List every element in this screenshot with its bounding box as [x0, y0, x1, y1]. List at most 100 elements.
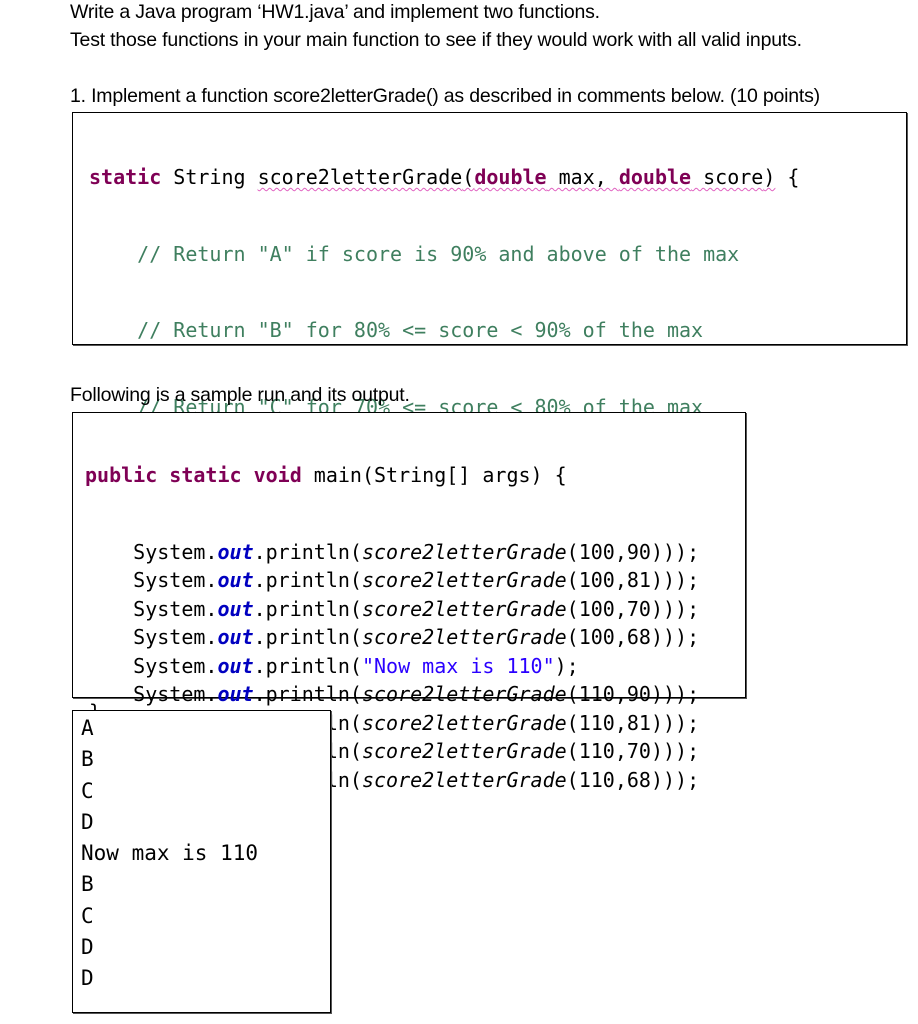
console-output-box: A B C D Now max is 110 B C D D — [72, 710, 331, 1013]
function-call-args: (100,81) — [566, 568, 663, 592]
function-call-args: (110,68) — [566, 767, 663, 792]
open-brace: { — [775, 165, 800, 189]
statement-end: ); — [675, 625, 700, 649]
system-class: System. — [133, 539, 218, 564]
out-field: out — [217, 625, 254, 649]
main-code-box: public static void main(String[] args) {… — [72, 412, 746, 792]
param-max: max, — [546, 165, 619, 189]
println-call: .println( — [253, 653, 362, 678]
close-paren: ) — [663, 596, 676, 621]
statement-end: ); — [675, 767, 700, 792]
println-statement: System.out.println(score2letterGrade(110… — [85, 680, 699, 709]
function-call-args: (110,90) — [566, 682, 663, 706]
function-call-args: (100,68) — [566, 625, 663, 649]
function-call-name: score2letterGrade — [361, 739, 567, 763]
statement-end: ); — [675, 682, 700, 706]
function-signature: static String score2letterGrade(double m… — [89, 163, 799, 192]
keyword-double: double — [618, 165, 692, 189]
console-output: A B C D Now max is 110 B C D D — [81, 713, 258, 995]
function-call-name: score2letterGrade — [361, 625, 567, 649]
function-call-name: score2letterGrade — [361, 767, 567, 792]
statement-end: ); — [675, 539, 700, 564]
println-call: .println( — [253, 682, 362, 706]
system-class: System. — [133, 596, 218, 621]
out-field: out — [217, 596, 254, 621]
println-statement: System.out.println(score2letterGrade(100… — [85, 595, 699, 624]
function-call-name: score2letterGrade — [361, 568, 567, 592]
main-signature-rest: main(String[] args) { — [301, 463, 567, 487]
function-call-name: score2letterGrade — [361, 596, 567, 621]
println-statement: System.out.println("Now max is 110"); — [85, 652, 699, 681]
param-score: score — [691, 165, 764, 189]
close-paren: ) — [663, 710, 676, 735]
close-paren: ) — [763, 165, 776, 189]
instruction-line-1: Write a Java program ‘HW1.java’ and impl… — [70, 1, 600, 23]
out-field: out — [217, 653, 254, 678]
keyword-double: double — [474, 165, 547, 189]
keyword-void: void — [253, 463, 302, 487]
println-statement: System.out.println(score2letterGrade(100… — [85, 566, 699, 595]
output-line: B — [81, 872, 94, 897]
close-paren: ) — [663, 739, 676, 763]
output-line: C — [81, 778, 94, 803]
output-line: D — [81, 935, 94, 960]
sample-run-caption: Following is a sample run and its output… — [70, 384, 410, 406]
instruction-line-2: Test those functions in your main functi… — [70, 29, 802, 51]
statement-end: ); — [675, 568, 700, 592]
function-call-args: (100,70) — [566, 596, 663, 621]
println-call: .println( — [253, 625, 362, 649]
keyword-static: static — [89, 165, 162, 189]
out-field: out — [217, 568, 254, 592]
println-call: .println( — [253, 539, 362, 564]
system-class: System. — [133, 625, 218, 649]
output-line: D — [81, 966, 94, 991]
statement-end: ); — [675, 710, 700, 735]
function-name: score2letterGrade — [257, 165, 463, 189]
system-class: System. — [133, 682, 218, 706]
out-field: out — [217, 682, 254, 706]
close-paren: ) — [663, 625, 676, 649]
statement-end: ); — [675, 739, 700, 763]
println-call: .println( — [253, 568, 362, 592]
function-call-name: score2letterGrade — [361, 682, 567, 706]
println-call: .println( — [253, 596, 362, 621]
system-class: System. — [133, 568, 218, 592]
function-code-box: static String score2letterGrade(double m… — [72, 112, 907, 724]
close-paren: ) — [663, 539, 676, 564]
function-call-name: score2letterGrade — [361, 710, 567, 735]
println-statement: System.out.println(score2letterGrade(100… — [85, 623, 699, 652]
statement-end: ); — [675, 596, 700, 621]
close-paren: ) — [663, 682, 676, 706]
statement-end: ); — [554, 653, 579, 678]
open-paren: ( — [462, 165, 475, 189]
output-line: B — [81, 747, 94, 772]
main-signature: public static void main(String[] args) { — [85, 461, 699, 490]
function-call-args: (110,70) — [566, 739, 663, 763]
string-literal: "Now max is 110" — [361, 653, 555, 678]
return-type: String — [161, 165, 258, 189]
function-call-args: (110,81) — [566, 710, 663, 735]
close-paren: ) — [663, 767, 676, 792]
keyword-static: static — [169, 463, 242, 487]
output-line: Now max is 110 — [81, 841, 259, 866]
keyword-public: public — [85, 463, 158, 487]
comment-line: // Return "B" for 80% <= score < 90% of … — [89, 318, 704, 342]
close-paren: ) — [663, 568, 676, 592]
out-field: out — [217, 539, 254, 564]
function-call-name: score2letterGrade — [361, 539, 567, 564]
output-line: A — [81, 716, 94, 740]
function-signature-underlined: score2letterGrade(double max, double sco… — [258, 165, 776, 189]
output-line: D — [81, 809, 94, 834]
comment-line: // Return "A" if score is 90% and above … — [89, 241, 740, 266]
output-line: C — [81, 903, 94, 928]
task-1-heading: 1. Implement a function score2letterGrad… — [70, 85, 820, 107]
system-class: System. — [133, 653, 218, 678]
println-statement: System.out.println(score2letterGrade(100… — [85, 538, 699, 567]
function-call-args: (100,90) — [566, 539, 663, 564]
